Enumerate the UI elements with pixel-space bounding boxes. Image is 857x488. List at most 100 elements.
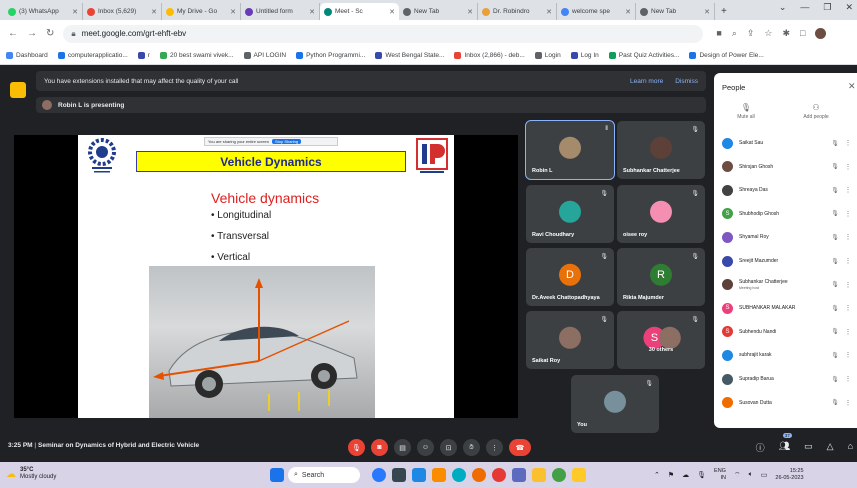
chevron-up-icon[interactable]: ⌃ xyxy=(654,471,660,479)
star-icon[interactable]: ☆ xyxy=(764,28,772,39)
participant-tile[interactable]: D 🎙︎ Dr.Aveek Chattopadhyaya xyxy=(526,248,614,306)
tab-close-icon[interactable]: ✕ xyxy=(467,8,473,16)
browser-tab[interactable]: Inbox (5,629) ✕ xyxy=(83,3,162,20)
bookmark-item[interactable]: Log In xyxy=(570,52,599,59)
tab-close-icon[interactable]: ✕ xyxy=(625,8,631,16)
forward-icon[interactable]: → xyxy=(27,28,37,39)
tab-close-icon[interactable]: ✕ xyxy=(230,8,236,16)
video-app-icon[interactable] xyxy=(412,468,426,482)
photos-icon[interactable] xyxy=(432,468,446,482)
mic-off-icon[interactable]: 🎙︎ xyxy=(826,163,844,170)
mic-toggle-button[interactable]: 🎙︎ xyxy=(348,439,365,456)
mic-off-icon[interactable]: 🎙︎ xyxy=(826,140,844,147)
battery-icon[interactable]: ▭ xyxy=(761,471,768,479)
mic-off-icon[interactable]: 🎙︎ xyxy=(826,187,844,194)
participant-tile[interactable]: 🎙︎ You xyxy=(571,375,659,433)
browser-tab[interactable]: welcome spe ✕ xyxy=(557,3,636,20)
bookmark-item[interactable]: Dashboard xyxy=(6,52,48,59)
raise-hand-button[interactable]: ✋︎ xyxy=(463,439,480,456)
more-vert-icon[interactable]: ⋮ xyxy=(844,210,852,218)
reload-icon[interactable]: ↻ xyxy=(46,28,54,39)
activities-badge-icon[interactable] xyxy=(10,82,26,98)
more-vert-icon[interactable]: ⋮ xyxy=(844,281,852,289)
participant-row[interactable]: Saikat Sau 🎙︎ ⋮ xyxy=(722,133,852,153)
chrome-app-icon[interactable] xyxy=(552,468,566,482)
more-vert-icon[interactable]: ⋮ xyxy=(844,257,852,265)
minimize-icon[interactable]: — xyxy=(800,2,809,13)
camera-icon[interactable]: ■ xyxy=(716,28,721,39)
browser-tab[interactable]: New Tab ✕ xyxy=(636,3,715,20)
participant-tile[interactable]: 🎙︎ Saikat Roy xyxy=(526,311,614,369)
activities-icon[interactable]: △ xyxy=(827,441,834,454)
participant-row[interactable]: Shirsjan Ghosh 🎙︎ ⋮ xyxy=(722,157,852,177)
tab-close-icon[interactable]: ✕ xyxy=(72,8,78,16)
wifi-icon[interactable]: ⌔ xyxy=(734,471,741,480)
app-icon[interactable] xyxy=(472,468,486,482)
participant-row[interactable]: Sreejit Mazumder 🎙︎ ⋮ xyxy=(722,251,852,271)
tab-close-icon[interactable]: ✕ xyxy=(151,8,157,16)
tab-close-icon[interactable]: ✕ xyxy=(389,8,395,16)
tab-close-icon[interactable]: ✕ xyxy=(546,8,552,16)
stop-sharing-button[interactable]: Stop Sharing xyxy=(272,139,302,144)
people-button[interactable]: 👥︎ 37 xyxy=(779,433,792,454)
bookmark-item[interactable]: r xyxy=(137,52,150,59)
participant-row[interactable]: Shreaya Das 🎙︎ ⋮ xyxy=(722,180,852,200)
learn-more-link[interactable]: Learn more xyxy=(630,78,663,85)
browser-tab[interactable]: (3) WhatsApp ✕ xyxy=(4,3,83,20)
sidepanel-icon[interactable]: □ xyxy=(800,28,805,39)
windows-start-icon[interactable] xyxy=(270,468,284,482)
browser-tab[interactable]: New Tab ✕ xyxy=(399,3,478,20)
new-tab-button[interactable]: + xyxy=(715,3,733,20)
participant-tile[interactable]: 🎙︎ oisee roy xyxy=(617,185,705,243)
participant-tile[interactable]: ⦀ Robin L xyxy=(525,120,615,180)
participant-tile[interactable]: 🎙︎ Subhankar Chatterjee xyxy=(617,121,705,179)
more-options-button[interactable]: ⋮ xyxy=(486,439,503,456)
address-bar[interactable]: 🔒︎ meet.google.com/grt-ehft-ebv xyxy=(63,24,704,43)
mic-off-icon[interactable]: 🎙︎ xyxy=(826,305,844,312)
browser-tab[interactable]: Untitled form ✕ xyxy=(241,3,320,20)
chat-icon[interactable]: ▭ xyxy=(804,441,813,454)
chevron-down-icon[interactable]: ⌄ xyxy=(779,2,787,13)
more-vert-icon[interactable]: ⋮ xyxy=(844,375,852,383)
more-vert-icon[interactable]: ⋮ xyxy=(844,304,852,312)
camera-toggle-button[interactable]: ◙ xyxy=(371,439,388,456)
bookmark-item[interactable]: computerapplicatio... xyxy=(57,52,128,59)
more-vert-icon[interactable]: ⋮ xyxy=(844,186,852,194)
language-indicator[interactable]: ENG IN xyxy=(714,468,726,482)
profile-avatar[interactable] xyxy=(815,28,827,39)
emoji-button[interactable]: ☺ xyxy=(417,439,434,456)
bing-icon[interactable] xyxy=(372,468,386,482)
mute-all-button[interactable]: 🎙︎ Mute all xyxy=(726,103,766,120)
volume-icon[interactable]: 🔈︎ xyxy=(749,471,753,479)
mic-off-icon[interactable]: 🎙︎ xyxy=(826,376,844,383)
add-people-button[interactable]: ⚇ Add people xyxy=(796,103,836,120)
mic-tray-icon[interactable]: 🎙︎ xyxy=(697,471,706,479)
dismiss-button[interactable]: Dismiss xyxy=(675,78,698,85)
more-vert-icon[interactable]: ⋮ xyxy=(844,233,852,241)
more-vert-icon[interactable]: ⋮ xyxy=(844,328,852,336)
folder-icon[interactable] xyxy=(572,468,586,482)
bookmark-item[interactable]: Python Programmi... xyxy=(296,52,365,59)
participant-row[interactable]: Supradip Barua 🎙︎ ⋮ xyxy=(722,369,852,389)
mic-off-icon[interactable]: 🎙︎ xyxy=(826,281,844,288)
bookmark-item[interactable]: API LOGIN xyxy=(243,52,286,59)
mic-off-icon[interactable]: 🎙︎ xyxy=(826,399,844,406)
bookmark-item[interactable]: West Bengal State... xyxy=(375,52,444,59)
captions-button[interactable]: ▤ xyxy=(394,439,411,456)
more-vert-icon[interactable]: ⋮ xyxy=(844,399,852,407)
mic-off-icon[interactable]: 🎙︎ xyxy=(826,258,844,265)
bookmark-item[interactable]: Past Quiz Activities... xyxy=(608,52,679,59)
info-icon[interactable]: ⓘ xyxy=(756,441,765,454)
participant-row[interactable]: Subhankar Chatterjee Meeting host 🎙︎ ⋮ xyxy=(722,275,852,295)
browser-tab[interactable]: Dr. Robindro ✕ xyxy=(478,3,557,20)
participant-row[interactable]: S Shubhodip Ghosh 🎙︎ ⋮ xyxy=(722,204,852,224)
file-explorer-icon[interactable] xyxy=(532,468,546,482)
more-vert-icon[interactable]: ⋮ xyxy=(844,351,852,359)
bookmark-item[interactable]: Inbox (2,866) - deb... xyxy=(454,52,525,59)
close-window-icon[interactable]: ✕ xyxy=(845,2,853,13)
restore-icon[interactable]: ❐ xyxy=(823,2,831,13)
mic-off-icon[interactable]: 🎙︎ xyxy=(826,328,844,335)
browser-tab[interactable]: Meet - Sc ✕ xyxy=(320,3,399,20)
present-button[interactable]: ⊡ xyxy=(440,439,457,456)
mic-off-icon[interactable]: 🎙︎ xyxy=(826,210,844,217)
